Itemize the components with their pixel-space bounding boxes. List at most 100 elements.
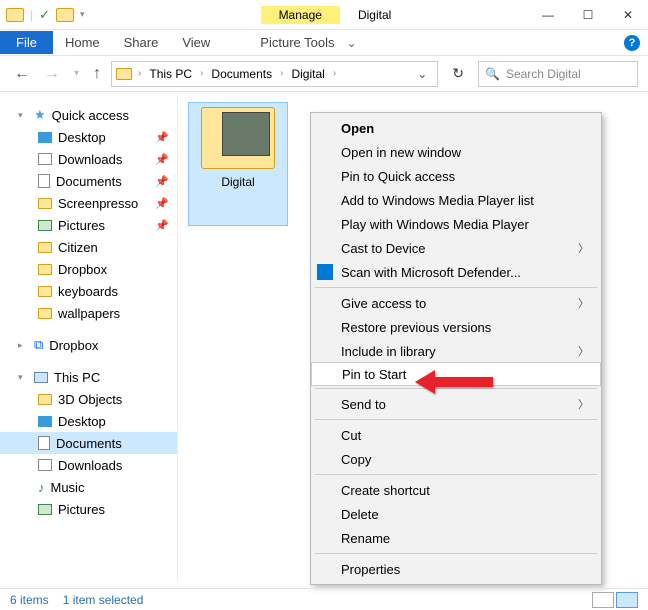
close-button[interactable]: ✕ bbox=[608, 0, 648, 30]
pin-icon: 📌 bbox=[155, 153, 169, 166]
maximize-button[interactable]: ☐ bbox=[568, 0, 608, 30]
search-placeholder: Search Digital bbox=[506, 67, 581, 81]
nav-pictures[interactable]: Pictures📌 bbox=[0, 214, 177, 236]
menu-separator bbox=[315, 474, 597, 475]
menu-pin-quick-access[interactable]: Pin to Quick access bbox=[311, 164, 601, 188]
menu-scan-defender[interactable]: Scan with Microsoft Defender... bbox=[311, 260, 601, 284]
nav-this-pc[interactable]: ▾This PC bbox=[0, 366, 177, 388]
nav-desktop[interactable]: Desktop📌 bbox=[0, 126, 177, 148]
chevron-right-icon[interactable]: › bbox=[196, 68, 207, 79]
minimize-button[interactable]: — bbox=[528, 0, 568, 30]
search-box[interactable]: 🔍 Search Digital bbox=[478, 61, 638, 87]
submenu-arrow-icon: 〉 bbox=[578, 240, 589, 256]
nav-label: Screenpresso bbox=[58, 196, 138, 211]
nav-wallpapers[interactable]: wallpapers bbox=[0, 302, 177, 324]
window-controls: — ☐ ✕ bbox=[528, 0, 648, 30]
navigation-pane: ▾★Quick access Desktop📌 Downloads📌 Docum… bbox=[0, 92, 178, 582]
ribbon-tabs: File Home Share View Picture Tools ⌄ ? bbox=[0, 30, 648, 56]
nav-label: Desktop bbox=[58, 130, 106, 145]
back-button[interactable]: ← bbox=[10, 65, 34, 83]
share-tab[interactable]: Share bbox=[112, 31, 171, 54]
nav-label: Quick access bbox=[52, 108, 129, 123]
picture-tools-tab[interactable]: Picture Tools bbox=[248, 31, 346, 54]
nav-pictures2[interactable]: Pictures bbox=[0, 498, 177, 520]
music-icon: ♪ bbox=[38, 480, 45, 495]
nav-dropbox[interactable]: Dropbox bbox=[0, 258, 177, 280]
menu-include-library[interactable]: Include in library〉 bbox=[311, 339, 601, 363]
help-icon[interactable]: ? bbox=[624, 35, 640, 51]
ribbon-collapse-icon[interactable]: ⌄ bbox=[346, 36, 356, 50]
shield-icon bbox=[317, 264, 333, 280]
menu-delete[interactable]: Delete bbox=[311, 502, 601, 526]
menu-give-access[interactable]: Give access to〉 bbox=[311, 291, 601, 315]
chevron-right-icon[interactable]: › bbox=[329, 68, 340, 79]
menu-pin-to-start[interactable]: Pin to Start bbox=[311, 362, 601, 386]
breadcrumb-digital[interactable]: Digital bbox=[289, 67, 326, 81]
forward-button[interactable]: → bbox=[40, 65, 64, 83]
documents-icon bbox=[38, 436, 50, 450]
nav-label: Music bbox=[51, 480, 85, 495]
menu-cut[interactable]: Cut bbox=[311, 423, 601, 447]
menu-add-wmp[interactable]: Add to Windows Media Player list bbox=[311, 188, 601, 212]
breadcrumb-documents[interactable]: Documents bbox=[209, 67, 274, 81]
nav-downloads2[interactable]: Downloads bbox=[0, 454, 177, 476]
folder-item-digital[interactable]: Digital bbox=[188, 102, 288, 226]
nav-downloads[interactable]: Downloads 📌 bbox=[0, 148, 177, 170]
thumbnails-view-button[interactable] bbox=[616, 592, 638, 608]
nav-documents[interactable]: Documents📌 bbox=[0, 170, 177, 192]
nav-label: Desktop bbox=[58, 414, 106, 429]
recent-dropdown-icon[interactable]: ▾ bbox=[70, 68, 83, 79]
menu-send-to[interactable]: Send to〉 bbox=[311, 392, 601, 416]
documents-icon bbox=[38, 174, 50, 188]
search-icon: 🔍 bbox=[485, 67, 500, 81]
menu-properties[interactable]: Properties bbox=[311, 557, 601, 581]
folder-icon bbox=[116, 68, 132, 80]
pin-icon: 📌 bbox=[155, 219, 169, 232]
menu-open[interactable]: Open bbox=[311, 116, 601, 140]
nav-documents2[interactable]: Documents bbox=[0, 432, 177, 454]
nav-music[interactable]: ♪ Music bbox=[0, 476, 177, 498]
nav-quick-access[interactable]: ▾★Quick access bbox=[0, 104, 177, 126]
breadcrumb-this-pc[interactable]: This PC bbox=[147, 67, 194, 81]
folder-label: Digital bbox=[193, 175, 283, 189]
divider: | bbox=[30, 8, 33, 22]
nav-label: 3D Objects bbox=[58, 392, 122, 407]
file-tab[interactable]: File bbox=[0, 31, 53, 54]
nav-keyboards[interactable]: keyboards bbox=[0, 280, 177, 302]
check-icon[interactable]: ✓ bbox=[39, 7, 50, 23]
menu-cast-to-device[interactable]: Cast to Device〉 bbox=[311, 236, 601, 260]
chevron-right-icon[interactable]: › bbox=[134, 68, 145, 79]
submenu-arrow-icon: 〉 bbox=[578, 295, 589, 311]
menu-separator bbox=[315, 553, 597, 554]
menu-copy[interactable]: Copy bbox=[311, 447, 601, 471]
nav-label: Downloads bbox=[58, 152, 122, 167]
folder-thumbnail bbox=[222, 112, 270, 156]
address-dropdown-icon[interactable]: ⌄ bbox=[411, 67, 433, 81]
address-bar[interactable]: › This PC › Documents › Digital › ⌄ bbox=[111, 61, 438, 87]
menu-open-new-window[interactable]: Open in new window bbox=[311, 140, 601, 164]
pin-icon: 📌 bbox=[155, 175, 169, 188]
submenu-arrow-icon: 〉 bbox=[578, 343, 589, 359]
nav-3d-objects[interactable]: 3D Objects bbox=[0, 388, 177, 410]
menu-play-wmp[interactable]: Play with Windows Media Player bbox=[311, 212, 601, 236]
view-tab[interactable]: View bbox=[170, 31, 222, 54]
nav-citizen[interactable]: Citizen bbox=[0, 236, 177, 258]
home-tab[interactable]: Home bbox=[53, 31, 112, 54]
refresh-button[interactable]: ↻ bbox=[444, 65, 472, 82]
qat-dropdown-icon[interactable]: ▾ bbox=[80, 9, 85, 20]
nav-screenpresso[interactable]: Screenpresso📌 bbox=[0, 192, 177, 214]
nav-dropbox-root[interactable]: ▸⧉Dropbox bbox=[0, 334, 177, 356]
objects-icon bbox=[38, 394, 52, 405]
quick-access-toolbar: | ✓ ▾ bbox=[0, 7, 91, 23]
menu-rename[interactable]: Rename bbox=[311, 526, 601, 550]
window-title: Digital bbox=[340, 8, 391, 22]
menu-restore-versions[interactable]: Restore previous versions bbox=[311, 315, 601, 339]
nav-label: Dropbox bbox=[49, 338, 98, 353]
menu-create-shortcut[interactable]: Create shortcut bbox=[311, 478, 601, 502]
nav-desktop2[interactable]: Desktop bbox=[0, 410, 177, 432]
desktop-icon bbox=[38, 416, 52, 427]
folder-icon bbox=[38, 308, 52, 319]
details-view-button[interactable] bbox=[592, 592, 614, 608]
chevron-right-icon[interactable]: › bbox=[276, 68, 287, 79]
up-button[interactable]: ↑ bbox=[89, 65, 105, 83]
